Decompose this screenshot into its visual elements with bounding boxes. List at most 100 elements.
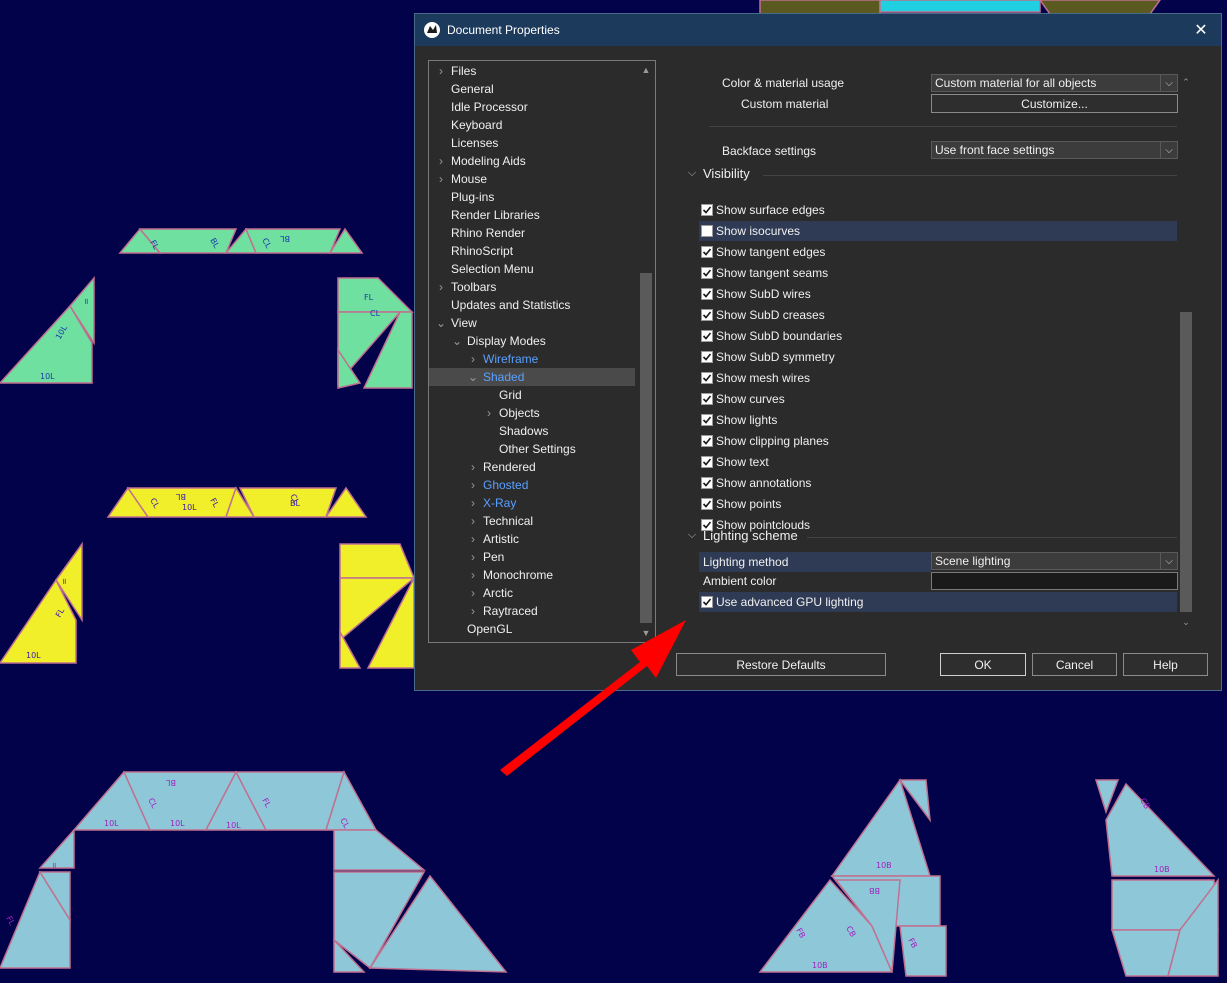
lighting-section-header[interactable]: ⌵ Lighting scheme <box>685 528 798 543</box>
checkbox[interactable] <box>701 393 713 405</box>
tree-item-pen[interactable]: › Pen <box>429 548 504 566</box>
chevron-right-icon[interactable]: › <box>467 514 479 528</box>
chevron-right-icon[interactable]: › <box>467 586 479 600</box>
visibility-row-show-surface-edges[interactable]: Show surface edges <box>699 200 1177 220</box>
tree-item-keyboard[interactable]: Keyboard <box>429 116 502 134</box>
chevron-right-icon[interactable]: › <box>467 496 479 510</box>
tree-item-render-libraries[interactable]: Render Libraries <box>429 206 540 224</box>
chevron-right-icon[interactable]: › <box>467 568 479 582</box>
tree-item-ghosted[interactable]: › Ghosted <box>429 476 528 494</box>
chevron-down-icon[interactable]: ⌄ <box>451 334 463 348</box>
tree-item-shadows[interactable]: Shadows <box>429 422 548 440</box>
tree-item-shaded[interactable]: ⌄ Shaded <box>429 368 635 386</box>
tree-item-display-modes[interactable]: ⌄ Display Modes <box>429 332 546 350</box>
checkbox[interactable] <box>701 288 713 300</box>
chevron-right-icon[interactable]: › <box>467 352 479 366</box>
checkbox[interactable] <box>701 246 713 258</box>
tree-item-objects[interactable]: › Objects <box>429 404 540 422</box>
tree-item-idle-processor[interactable]: Idle Processor <box>429 98 528 116</box>
ok-button[interactable]: OK <box>940 653 1026 676</box>
checkbox[interactable] <box>701 456 713 468</box>
visibility-row-show-subd-wires[interactable]: Show SubD wires <box>699 284 1177 304</box>
visibility-row-show-clipping-planes[interactable]: Show clipping planes <box>699 431 1177 451</box>
tree-item-selection-menu[interactable]: Selection Menu <box>429 260 534 278</box>
backface-dropdown[interactable]: Use front face settings ⌵ <box>931 141 1178 159</box>
panel-scroll-thumb[interactable] <box>1180 312 1192 612</box>
chevron-right-icon[interactable]: › <box>435 154 447 168</box>
visibility-row-show-annotations[interactable]: Show annotations <box>699 473 1177 493</box>
tree-item-x-ray[interactable]: › X-Ray <box>429 494 516 512</box>
tree-item-toolbars[interactable]: › Toolbars <box>429 278 496 296</box>
tree-scrollbar[interactable]: ▲ ▼ <box>637 61 655 642</box>
chevron-right-icon[interactable]: › <box>467 532 479 546</box>
tree-item-wireframe[interactable]: › Wireframe <box>429 350 538 368</box>
visibility-row-show-subd-creases[interactable]: Show SubD creases <box>699 305 1177 325</box>
tree-item-plug-ins[interactable]: Plug-ins <box>429 188 494 206</box>
chevron-down-icon[interactable]: ⌄ <box>435 316 447 330</box>
close-icon[interactable]: ✕ <box>1181 14 1221 46</box>
restore-defaults-button[interactable]: Restore Defaults <box>676 653 886 676</box>
checkbox[interactable] <box>701 267 713 279</box>
visibility-row-show-points[interactable]: Show points <box>699 494 1177 514</box>
tree-item-licenses[interactable]: Licenses <box>429 134 498 152</box>
visibility-row-show-mesh-wires[interactable]: Show mesh wires <box>699 368 1177 388</box>
customize-button[interactable]: Customize... <box>931 94 1178 113</box>
tree-item-monochrome[interactable]: › Monochrome <box>429 566 553 584</box>
ambient-color-swatch[interactable] <box>931 572 1178 590</box>
checkbox[interactable] <box>701 204 713 216</box>
visibility-row-show-subd-symmetry[interactable]: Show SubD symmetry <box>699 347 1177 367</box>
panel-scrollbar[interactable]: ⌃ ⌄ <box>1179 74 1193 630</box>
visibility-row-show-curves[interactable]: Show curves <box>699 389 1177 409</box>
visibility-row-show-tangent-edges[interactable]: Show tangent edges <box>699 242 1177 262</box>
cancel-button[interactable]: Cancel <box>1032 653 1117 676</box>
tree-scroll-thumb[interactable] <box>640 273 652 623</box>
tree-item-artistic[interactable]: › Artistic <box>429 530 519 548</box>
checkbox[interactable] <box>701 330 713 342</box>
color-usage-dropdown[interactable]: Custom material for all objects ⌵ <box>931 74 1178 92</box>
chevron-right-icon[interactable]: › <box>467 460 479 474</box>
advanced-gpu-row[interactable]: Use advanced GPU lighting <box>699 592 1177 612</box>
tree-item-general[interactable]: General <box>429 80 494 98</box>
checkbox[interactable] <box>701 414 713 426</box>
tree-item-rendered[interactable]: › Rendered <box>429 458 536 476</box>
checkbox[interactable] <box>701 351 713 363</box>
checkbox[interactable] <box>701 309 713 321</box>
chevron-right-icon[interactable]: › <box>435 64 447 78</box>
scroll-down-icon[interactable]: ⌄ <box>1180 616 1192 628</box>
visibility-row-show-text[interactable]: Show text <box>699 452 1177 472</box>
tree-item-view[interactable]: ⌄ View <box>429 314 477 332</box>
advanced-gpu-checkbox[interactable] <box>701 596 713 608</box>
chevron-right-icon[interactable]: › <box>483 406 495 420</box>
tree-item-technical[interactable]: › Technical <box>429 512 533 530</box>
scroll-up-icon[interactable]: ⌃ <box>1180 76 1192 88</box>
visibility-row-show-isocurves[interactable]: Show isocurves <box>699 221 1177 241</box>
tree-item-rhinoscript[interactable]: RhinoScript <box>429 242 513 260</box>
scroll-up-icon[interactable]: ▲ <box>640 64 652 76</box>
tree-item-mouse[interactable]: › Mouse <box>429 170 487 188</box>
checkbox[interactable] <box>701 372 713 384</box>
chevron-right-icon[interactable]: › <box>467 604 479 618</box>
checkbox[interactable] <box>701 477 713 489</box>
tree-item-label: Modeling Aids <box>451 154 526 168</box>
visibility-section-header[interactable]: ⌵ Visibility <box>685 166 750 181</box>
tree-item-other-settings[interactable]: Other Settings <box>429 440 576 458</box>
checkbox[interactable] <box>701 225 713 237</box>
tree-item-modeling-aids[interactable]: › Modeling Aids <box>429 152 526 170</box>
chevron-right-icon[interactable]: › <box>467 550 479 564</box>
settings-tree[interactable]: ▲ ▼ › Files General Idle Processor Keyboard L… <box>428 60 656 643</box>
checkbox[interactable] <box>701 498 713 510</box>
lighting-method-dropdown[interactable]: Scene lighting ⌵ <box>931 552 1178 570</box>
tree-item-files[interactable]: › Files <box>429 62 476 80</box>
tree-item-grid[interactable]: Grid <box>429 386 522 404</box>
chevron-down-icon[interactable]: ⌄ <box>467 370 479 384</box>
visibility-row-show-tangent-seams[interactable]: Show tangent seams <box>699 263 1177 283</box>
help-button[interactable]: Help <box>1123 653 1208 676</box>
checkbox[interactable] <box>701 435 713 447</box>
visibility-row-show-subd-boundaries[interactable]: Show SubD boundaries <box>699 326 1177 346</box>
chevron-right-icon[interactable]: › <box>435 280 447 294</box>
tree-item-rhino-render[interactable]: Rhino Render <box>429 224 525 242</box>
visibility-row-show-lights[interactable]: Show lights <box>699 410 1177 430</box>
chevron-right-icon[interactable]: › <box>435 172 447 186</box>
chevron-right-icon[interactable]: › <box>467 478 479 492</box>
tree-item-updates-and-statistics[interactable]: Updates and Statistics <box>429 296 570 314</box>
